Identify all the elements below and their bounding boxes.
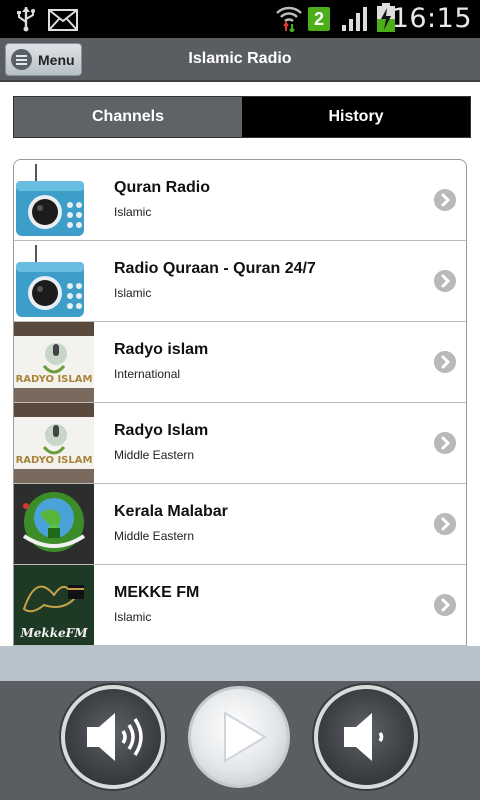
list-item[interactable]: Kerala Malabar Middle Eastern (14, 484, 466, 565)
chevron-right-icon[interactable] (434, 594, 456, 616)
tab-bar: Channels History (13, 96, 471, 138)
channel-name: MEKKE FM (114, 584, 200, 601)
chevron-right-icon[interactable] (434, 432, 456, 454)
radio-icon (14, 241, 94, 321)
radyo-islam-logo: RADYO ISLAM (14, 322, 94, 402)
volume-up-button[interactable] (61, 685, 165, 789)
status-bar: 2 16:15 (0, 0, 480, 38)
player-controls (0, 681, 480, 800)
channel-category: Islamic (114, 286, 152, 300)
channel-name: Radyo islam (114, 341, 209, 358)
list-item[interactable]: Quran Radio Islamic (14, 160, 466, 241)
channel-name: Radio Quraan - Quran 24/7 (114, 260, 316, 277)
list-item[interactable]: MekkeFM MEKKE FM Islamic (14, 565, 466, 646)
list-item[interactable]: Radio Quraan - Quran 24/7 Islamic (14, 241, 466, 322)
volume-down-button[interactable] (314, 685, 418, 789)
mail-icon (48, 9, 78, 31)
channel-name: Kerala Malabar (114, 503, 228, 520)
chevron-right-icon[interactable] (434, 189, 456, 211)
divider (0, 646, 480, 681)
channel-category: Islamic (114, 205, 152, 219)
radio-icon (14, 160, 94, 240)
logo-text: RADYO ISLAM (16, 374, 93, 385)
channel-category: International (114, 367, 181, 381)
play-button[interactable] (188, 686, 290, 788)
channel-category: Middle Eastern (114, 448, 195, 462)
usb-icon (17, 7, 35, 32)
mekke-fm-logo: MekkeFM (14, 565, 94, 645)
radyo-islam-logo: RADYO ISLAM (14, 403, 94, 483)
chevron-right-icon[interactable] (434, 513, 456, 535)
chevron-right-icon[interactable] (434, 351, 456, 373)
clock: 16:15 (391, 3, 472, 34)
list-item[interactable]: RADYO ISLAM Radyo islam International (14, 322, 466, 403)
channel-category: Islamic (114, 610, 152, 624)
channel-name: Radyo Islam (114, 422, 209, 439)
page-title: Islamic Radio (188, 50, 292, 67)
channel-list: Quran Radio Islamic Radio Quraan - Quran… (13, 159, 467, 646)
signal-icon (342, 7, 367, 31)
logo-text: RADYO ISLAM (16, 455, 93, 466)
volume-up-icon (87, 713, 143, 761)
volume-down-icon (344, 713, 384, 761)
tab-channels[interactable]: Channels (14, 97, 242, 137)
play-icon (224, 711, 267, 763)
logo-text: MekkeFM (20, 626, 89, 640)
wifi-icon (276, 6, 302, 32)
kerala-malabar-logo (14, 484, 94, 564)
tab-history[interactable]: History (242, 97, 470, 137)
chevron-right-icon[interactable] (434, 270, 456, 292)
action-bar: Menu Islamic Radio (0, 38, 480, 82)
channel-category: Middle Eastern (114, 529, 195, 543)
notification-badge: 2 (308, 7, 330, 31)
list-item[interactable]: RADYO ISLAM Radyo Islam Middle Eastern (14, 403, 466, 484)
channel-name: Quran Radio (114, 179, 211, 196)
